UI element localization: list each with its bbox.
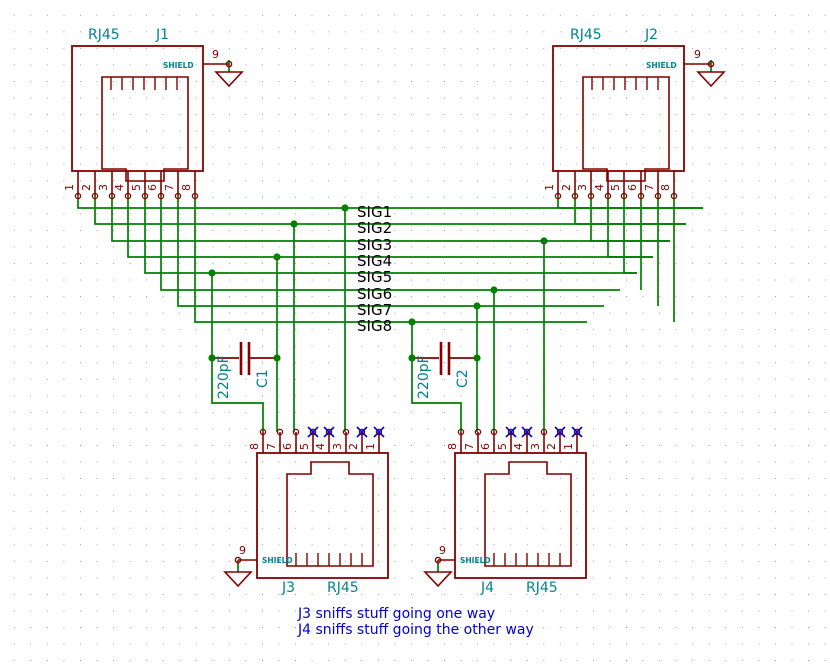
svg-text:1: 1: [543, 184, 556, 191]
connector-J2-ref: J2: [644, 27, 658, 43]
svg-text:4: 4: [512, 443, 525, 450]
svg-text:6: 6: [626, 184, 639, 191]
connector-J3-value: RJ45: [327, 580, 359, 596]
svg-text:5: 5: [130, 184, 143, 191]
svg-text:2: 2: [560, 184, 573, 191]
connector-J2-jack-symbol: [582, 76, 670, 182]
connector-J1-pin-endpoints: [74, 192, 199, 200]
svg-text:7: 7: [265, 443, 278, 450]
capacitor-C1-left-junction: [208, 354, 216, 362]
svg-text:5: 5: [298, 443, 311, 450]
schematic-sheet: RJ45 J1 SHIELD 9 1 2 3 4 5 6 7 8 RJ45 J2…: [0, 0, 830, 667]
capacitor-C1-value: 220pF: [216, 355, 232, 399]
svg-text:6: 6: [281, 443, 294, 450]
signal-label-SIG5: SIG5: [357, 268, 392, 286]
capacitor-C2-ref: C2: [455, 369, 471, 388]
connector-J2-value: RJ45: [570, 27, 602, 43]
svg-text:2: 2: [545, 443, 558, 450]
svg-text:3: 3: [97, 184, 110, 191]
connector-J1-pin-leads: [77, 171, 196, 196]
connector-J3-shield-pin-number: 9: [239, 544, 246, 557]
connector-J4-jack-symbol: [484, 461, 572, 567]
connector-J2-pin-leads: [557, 171, 675, 196]
connector-J1[interactable]: RJ45 J1 SHIELD 9 1 2 3 4 5 6 7 8: [63, 27, 244, 200]
connector-J3-ground-symbol: [223, 571, 253, 588]
connector-J2-shield-label: SHIELD: [646, 61, 677, 70]
connector-J2[interactable]: RJ45 J2 SHIELD 9 1 2 3 4 5 6 7 8: [543, 27, 726, 200]
connector-J3-jack-symbol: [286, 461, 374, 567]
svg-text:1: 1: [562, 443, 575, 450]
connector-J1-shield-pin-number: 9: [212, 48, 219, 61]
connector-J4-ref: J4: [480, 580, 494, 596]
connector-J4-shield-pin-number: 9: [439, 544, 446, 557]
svg-text:2: 2: [80, 184, 93, 191]
connector-J1-shield-label: SHIELD: [163, 61, 194, 70]
capacitor-C1-ref: C1: [255, 369, 271, 388]
svg-text:3: 3: [529, 443, 542, 450]
signal-label-layer: SIG1 SIG2 SIG3 SIG4 SIG5 SIG6 SIG7 SIG8: [357, 203, 392, 335]
svg-text:4: 4: [113, 184, 126, 191]
connector-J1-ground-symbol: [214, 71, 244, 88]
svg-text:6: 6: [479, 443, 492, 450]
connector-J3-shield-label: SHIELD: [262, 556, 293, 565]
svg-text:4: 4: [593, 184, 606, 191]
svg-text:3: 3: [576, 184, 589, 191]
signal-label-SIG8: SIG8: [357, 317, 392, 335]
svg-text:2: 2: [347, 443, 360, 450]
connector-J3[interactable]: J3 RJ45 SHIELD 9 8 7 6 5 4 3 2 1: [223, 426, 389, 596]
svg-text:4: 4: [314, 443, 327, 450]
note-line-2: J4 sniffs stuff going the other way: [297, 622, 534, 638]
capacitor-C2-right-junction: [473, 354, 481, 362]
wire-layer: [77, 60, 712, 572]
capacitor-C2[interactable]: 220pF C2: [408, 342, 481, 399]
svg-text:5: 5: [496, 443, 509, 450]
connector-J2-ground-symbol: [696, 71, 726, 88]
svg-text:5: 5: [609, 184, 622, 191]
connector-J4-value: RJ45: [526, 580, 558, 596]
connector-J4[interactable]: J4 RJ45 SHIELD 9 8 7 6 5 4 3 2 1: [423, 426, 587, 596]
schematic-canvas: RJ45 J1 SHIELD 9 1 2 3 4 5 6 7 8 RJ45 J2…: [63, 27, 726, 638]
connector-J1-value: RJ45: [88, 27, 120, 43]
signal-label-SIG2: SIG2: [357, 219, 392, 237]
connector-J1-ref: J1: [155, 27, 169, 43]
capacitor-C1-right-junction: [273, 354, 281, 362]
connector-J4-ground-symbol: [423, 571, 453, 588]
svg-text:7: 7: [463, 443, 476, 450]
connector-J2-shield-pin-number: 9: [694, 48, 701, 61]
svg-text:7: 7: [643, 184, 656, 191]
capacitor-C2-value: 220pF: [416, 355, 432, 399]
connector-J1-jack-symbol: [101, 76, 189, 182]
svg-text:3: 3: [331, 443, 344, 450]
svg-text:1: 1: [364, 443, 377, 450]
notes-layer: J3 sniffs stuff going one way J4 sniffs …: [297, 606, 534, 638]
svg-text:1: 1: [63, 184, 76, 191]
svg-text:8: 8: [180, 184, 193, 191]
capacitor-C2-left-junction: [408, 354, 416, 362]
connector-J4-shield-label: SHIELD: [460, 556, 491, 565]
note-line-1: J3 sniffs stuff going one way: [297, 606, 495, 622]
svg-text:6: 6: [146, 184, 159, 191]
svg-text:7: 7: [163, 184, 176, 191]
svg-text:8: 8: [659, 184, 672, 191]
connector-J3-ref: J3: [281, 580, 295, 596]
svg-text:8: 8: [446, 443, 459, 450]
svg-text:8: 8: [248, 443, 261, 450]
capacitor-C1[interactable]: 220pF C1: [208, 342, 281, 399]
